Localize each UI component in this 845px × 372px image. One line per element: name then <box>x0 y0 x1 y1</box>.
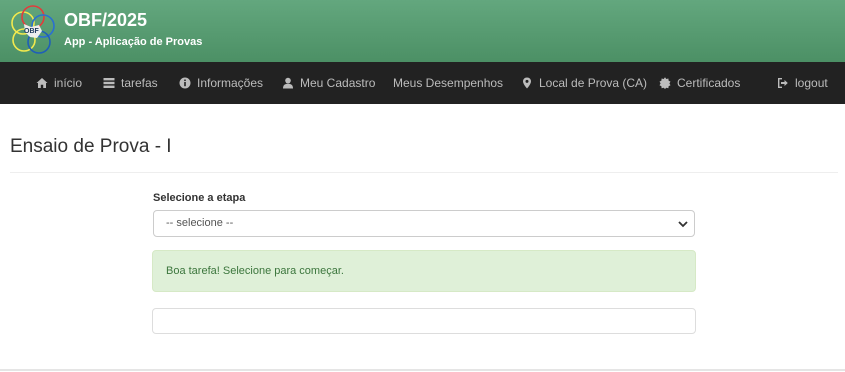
app-header: OBF OBF/2025 App - Aplicação de Provas <box>0 0 845 62</box>
nav-meu-cadastro-label: Meu Cadastro <box>300 76 376 90</box>
task-content-panel <box>152 308 696 334</box>
certificate-icon <box>658 76 672 90</box>
main-navbar: início tarefas Informações Meu Cadastro … <box>0 62 845 104</box>
stage-select-label: Selecione a etapa <box>153 192 246 204</box>
nav-logout[interactable]: logout <box>776 62 828 104</box>
nav-meu-cadastro[interactable]: Meu Cadastro <box>281 62 375 104</box>
nav-local-de-prova-label: Local de Prova (CA) <box>539 76 648 90</box>
nav-logout-label: logout <box>795 76 828 90</box>
logout-icon <box>776 76 790 90</box>
user-icon <box>281 76 295 90</box>
home-icon <box>35 76 49 90</box>
nav-tarefas-label: tarefas <box>121 76 158 90</box>
obf-logo: OBF <box>11 5 55 54</box>
title-divider <box>10 172 838 173</box>
footer-divider <box>0 369 845 371</box>
info-icon <box>178 76 192 90</box>
nav-meus-desempenhos-label: Meus Desempenhos <box>393 76 504 90</box>
nav-meus-desempenhos[interactable]: Meus Desempenhos <box>393 62 503 104</box>
map-marker-icon <box>520 76 534 90</box>
nav-inicio-label: início <box>54 76 83 90</box>
nav-inicio[interactable]: início <box>35 62 82 104</box>
nav-certificados[interactable]: Certificados <box>658 62 740 104</box>
nav-certificados-label: Certificados <box>677 76 741 90</box>
nav-local-de-prova[interactable]: Local de Prova (CA) <box>520 62 647 104</box>
nav-informacoes-label: Informações <box>197 76 264 90</box>
svg-text:OBF: OBF <box>24 28 40 35</box>
nav-informacoes[interactable]: Informações <box>178 62 263 104</box>
app-title: OBF/2025 <box>64 10 148 30</box>
nav-tarefas[interactable]: tarefas <box>102 62 158 104</box>
alert-message: Boa tarefa! Selecione para começar. <box>166 265 344 277</box>
app-subtitle: App - Aplicação de Provas <box>64 36 203 48</box>
success-alert: Boa tarefa! Selecione para começar. <box>152 250 696 292</box>
stage-select-value: -- selecione -- <box>166 217 234 229</box>
tasks-icon <box>102 76 116 90</box>
page-title: Ensaio de Prova - I <box>10 136 172 157</box>
chevron-down-icon <box>678 221 688 228</box>
stage-select[interactable]: -- selecione -- <box>153 210 695 237</box>
